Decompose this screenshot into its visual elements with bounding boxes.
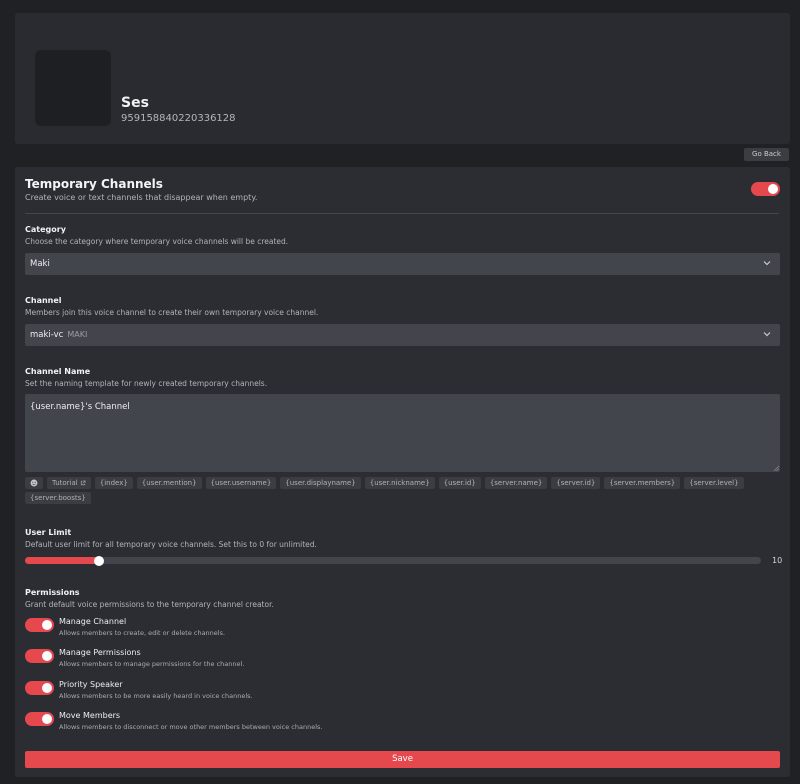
- go-back-button[interactable]: Go Back: [744, 148, 789, 161]
- slider-thumb[interactable]: [94, 555, 105, 566]
- variable-chip[interactable]: {server.level}: [684, 477, 744, 489]
- permissions-description: Grant default voice permissions to the t…: [25, 600, 274, 609]
- smiley-icon: [30, 479, 38, 487]
- user-limit-description: Default user limit for all temporary voi…: [25, 540, 317, 549]
- user-limit-value: 10: [772, 556, 783, 565]
- permissions-label: Permissions: [25, 588, 80, 597]
- variable-chip[interactable]: {index}: [94, 477, 133, 489]
- channel-selected-name: maki-vc: [30, 330, 64, 340]
- variable-chip[interactable]: {server.boosts}: [25, 492, 91, 504]
- priority-speaker-title: Priority Speaker: [59, 680, 123, 689]
- manage-channel-title: Manage Channel: [59, 617, 127, 626]
- section-subtitle: Create voice or text channels that disap…: [25, 193, 258, 202]
- resize-grip-icon[interactable]: [773, 465, 779, 471]
- emoji-button[interactable]: [25, 477, 43, 489]
- variable-chip[interactable]: {user.nickname}: [364, 477, 435, 489]
- channel-description: Members join this voice channel to creat…: [25, 308, 319, 317]
- variable-chip[interactable]: {user.mention}: [136, 477, 202, 489]
- manage-permissions-description: Allows members to manage permissions for…: [59, 660, 245, 668]
- move-members-title: Move Members: [59, 711, 121, 720]
- tutorial-label: Tutorial: [52, 479, 78, 487]
- page: Ses 959158840220336128 Go Back Temporary…: [0, 0, 800, 784]
- server-id: 959158840220336128: [121, 113, 236, 124]
- tutorial-link[interactable]: Tutorial: [47, 477, 91, 489]
- channel-name-input[interactable]: [25, 394, 780, 472]
- feature-toggle[interactable]: [751, 182, 780, 196]
- manage-permissions-title: Manage Permissions: [59, 648, 141, 657]
- channel-select[interactable]: maki-vc MAKI: [25, 324, 780, 346]
- move-members-toggle[interactable]: [25, 712, 54, 726]
- category-selected: Maki: [30, 259, 50, 269]
- variable-chip[interactable]: {user.id}: [438, 477, 481, 489]
- manage-permissions-toggle[interactable]: [25, 649, 54, 663]
- toggle-knob: [42, 683, 52, 693]
- manage-channel-toggle[interactable]: [25, 618, 54, 632]
- channel-selected-category: MAKI: [67, 330, 88, 339]
- temporary-channels-card: Temporary Channels Create voice or text …: [15, 167, 790, 777]
- section-title: Temporary Channels: [25, 177, 163, 191]
- chevron-down-icon: [763, 261, 771, 266]
- variable-chip[interactable]: {user.displayname}: [280, 477, 361, 489]
- move-members-description: Allows members to disconnect or move oth…: [59, 723, 323, 731]
- user-limit-label: User Limit: [25, 528, 72, 537]
- priority-speaker-description: Allows members to be more easily heard i…: [59, 692, 253, 700]
- variable-chip[interactable]: {server.members}: [604, 477, 681, 489]
- divider: [25, 213, 779, 214]
- toggle-knob: [42, 714, 52, 724]
- toggle-knob: [768, 184, 778, 194]
- toggle-knob: [42, 651, 52, 661]
- priority-speaker-toggle[interactable]: [25, 681, 54, 695]
- server-name: Ses: [121, 95, 149, 111]
- chevron-down-icon: [763, 332, 771, 337]
- slider-fill: [25, 557, 100, 564]
- manage-channel-description: Allows members to create, edit or delete…: [59, 629, 226, 637]
- variable-chip[interactable]: {server.name}: [484, 477, 548, 489]
- channel-selected: maki-vc MAKI: [30, 330, 87, 340]
- server-icon: [35, 50, 111, 126]
- category-select[interactable]: Maki: [25, 253, 780, 275]
- variable-chip[interactable]: {server.id}: [551, 477, 601, 489]
- variable-chips: Tutorial {index} {user.mention} {user.user…: [25, 477, 785, 504]
- external-link-icon: [80, 480, 86, 486]
- server-banner: [15, 13, 790, 144]
- toggle-knob: [42, 620, 52, 630]
- category-label: Category: [25, 225, 66, 234]
- channel-name-label: Channel Name: [25, 367, 91, 376]
- channel-label: Channel: [25, 296, 62, 305]
- variable-chip[interactable]: {user.username}: [205, 477, 277, 489]
- user-limit-slider[interactable]: [25, 555, 761, 566]
- channel-name-description: Set the naming template for newly create…: [25, 379, 268, 388]
- category-description: Choose the category where temporary voic…: [25, 237, 289, 246]
- save-button[interactable]: Save: [25, 751, 780, 768]
